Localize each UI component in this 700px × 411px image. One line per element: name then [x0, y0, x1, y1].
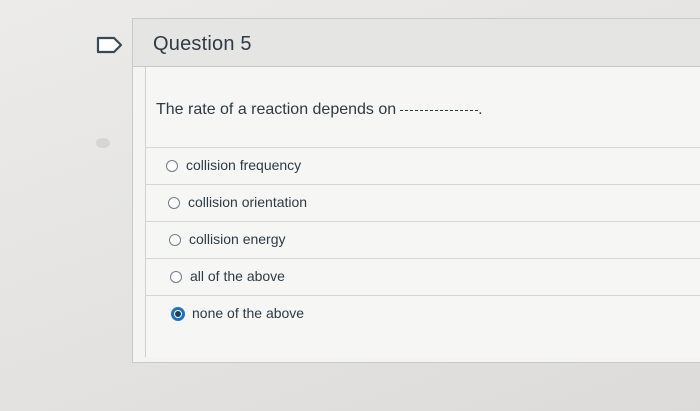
background-smudge [96, 138, 110, 148]
question-header: Question 5 [133, 19, 700, 67]
question-prompt-text: The rate of a reaction depends on [156, 101, 397, 118]
radio-button[interactable] [170, 271, 182, 283]
question-prompt: The rate of a reaction depends on. [156, 101, 483, 119]
answer-list: collision frequency collision orientatio… [146, 147, 700, 332]
answer-option-all-of-the-above[interactable]: all of the above [146, 258, 700, 295]
answer-option-collision-frequency[interactable]: collision frequency [146, 147, 700, 184]
quiz-page: Question 5 The rate of a reaction depend… [0, 0, 700, 411]
answer-label: all of the above [190, 268, 285, 284]
radio-button[interactable] [166, 160, 178, 172]
answer-option-collision-orientation[interactable]: collision orientation [146, 184, 700, 221]
question-body: The rate of a reaction depends on. colli… [145, 67, 700, 357]
answer-label: collision energy [189, 231, 286, 247]
answer-label: collision orientation [188, 194, 308, 210]
radio-button[interactable] [168, 197, 180, 209]
answer-label: collision frequency [186, 157, 302, 173]
radio-button-selected[interactable] [171, 307, 185, 321]
question-prompt-end: . [478, 101, 483, 118]
flag-question-icon[interactable] [96, 36, 124, 54]
answer-option-collision-energy[interactable]: collision energy [146, 221, 700, 258]
radio-button[interactable] [169, 234, 181, 246]
question-title: Question 5 [153, 33, 252, 55]
answer-option-none-of-the-above[interactable]: none of the above [146, 295, 700, 332]
answer-label: none of the above [192, 305, 305, 321]
answer-blank [400, 110, 479, 111]
question-card: Question 5 The rate of a reaction depend… [132, 18, 700, 363]
